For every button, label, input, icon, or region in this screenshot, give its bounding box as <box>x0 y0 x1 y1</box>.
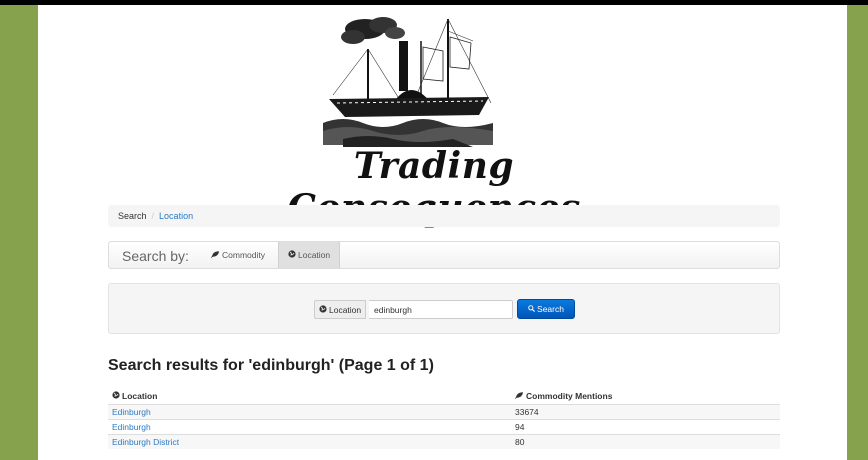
search-form: Location Search <box>108 283 780 334</box>
column-header-location-label: Location <box>122 391 158 401</box>
location-search-input[interactable] <box>369 300 513 319</box>
location-link[interactable]: Edinburgh District <box>112 437 179 447</box>
location-link[interactable]: Edinburgh <box>112 407 151 417</box>
search-by-bar: Search by: Commodity Location <box>108 241 780 269</box>
results-heading: Search results for 'edinburgh' (Page 1 o… <box>108 357 434 374</box>
right-margin <box>847 5 868 460</box>
search-by-label: Search by: <box>122 248 189 264</box>
location-cell: Edinburgh <box>108 419 511 435</box>
table-row: Edinburgh 94 <box>108 419 780 435</box>
tab-location-label: Location <box>298 250 331 260</box>
location-addon-label: Location <box>329 305 362 315</box>
breadcrumb-location-link[interactable]: Location <box>159 211 193 221</box>
table-row: Edinburgh 33674 <box>108 404 780 420</box>
breadcrumb-separator: / <box>151 211 155 221</box>
globe-icon <box>319 305 327 313</box>
column-header-location: Location <box>108 388 511 405</box>
location-cell: Edinburgh <box>108 404 511 420</box>
tab-commodity[interactable]: Commodity <box>202 242 274 268</box>
globe-icon <box>288 250 296 258</box>
steamship-logo-icon <box>323 17 493 147</box>
leaf-icon <box>211 251 220 258</box>
column-header-mentions: Commodity Mentions <box>511 388 780 405</box>
location-link[interactable]: Edinburgh <box>112 422 151 432</box>
mentions-cell: 33674 <box>511 404 780 420</box>
mentions-cell: 94 <box>511 419 780 435</box>
mentions-cell: 80 <box>511 434 780 449</box>
results-table: Location Commodity Mentions Edinburgh 33… <box>108 388 780 449</box>
leaf-icon <box>515 392 524 399</box>
page-content: Trading Consequences Search/Location Sea… <box>38 5 847 460</box>
breadcrumb: Search / Location <box>108 205 780 227</box>
column-header-mentions-label: Commodity Mentions <box>526 391 613 401</box>
location-addon: Location <box>314 300 367 319</box>
search-button-label: Search <box>537 304 564 314</box>
left-margin <box>0 5 38 460</box>
globe-icon <box>112 391 120 399</box>
results-header-row: Location Commodity Mentions <box>108 388 780 405</box>
search-button[interactable]: Search <box>517 299 575 319</box>
tab-location[interactable]: Location <box>278 242 341 268</box>
table-row: Edinburgh District 80 <box>108 434 780 449</box>
browser-frame: Trading Consequences Search/Location Sea… <box>0 0 868 460</box>
search-icon <box>528 305 535 312</box>
tab-commodity-label: Commodity <box>222 250 265 260</box>
breadcrumb-search: Search <box>118 211 147 221</box>
location-cell: Edinburgh District <box>108 434 511 449</box>
